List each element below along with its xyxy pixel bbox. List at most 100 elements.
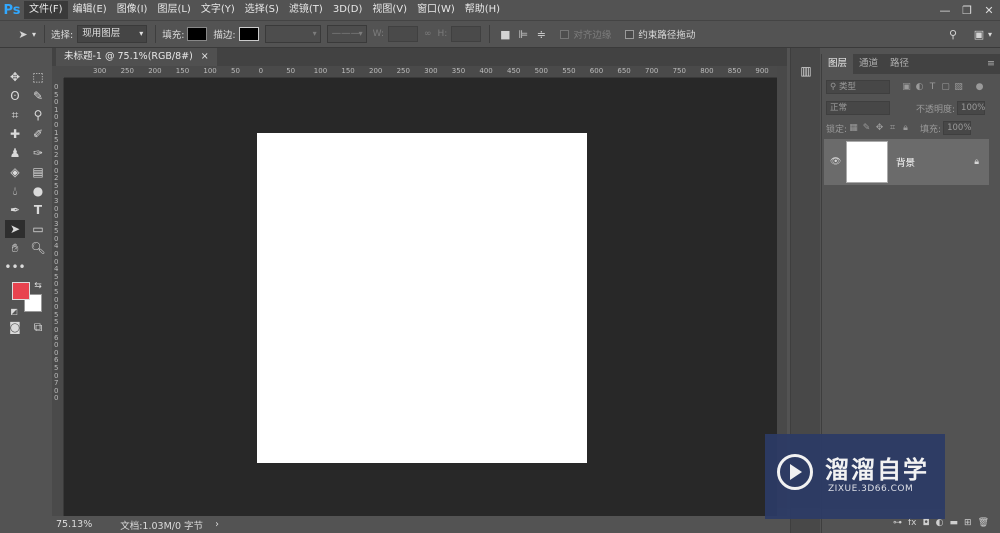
close-tab-icon[interactable]: × (201, 48, 209, 66)
layer-row[interactable]: 👁︎ 背景 🔒︎ (824, 139, 989, 185)
lock-artboard-icon[interactable]: ⌗ (886, 121, 899, 135)
constrain-path-checkbox[interactable] (625, 29, 635, 39)
new-group-icon[interactable]: ▬ (950, 518, 959, 528)
stroke-label: 描边: (213, 30, 236, 41)
menu-3d[interactable]: 3D(D) (328, 1, 368, 19)
chevron-down-icon[interactable]: ▾ (32, 30, 36, 39)
filter-smart-object-icon[interactable]: ▧ (952, 80, 965, 94)
document-canvas[interactable] (257, 133, 587, 463)
canvas-workspace[interactable] (64, 78, 777, 516)
menu-layer[interactable]: 图层(L) (152, 1, 195, 19)
move-tool-icon[interactable]: ✥ (5, 68, 25, 86)
quick-select-tool-icon[interactable]: ✎ (28, 87, 48, 105)
more-tools-icon[interactable]: ••• (4, 258, 25, 276)
fill-label: 填充: (162, 30, 185, 41)
stroke-width-field[interactable] (264, 25, 321, 43)
crop-tool-icon[interactable]: ⌗ (5, 106, 25, 124)
height-field[interactable] (451, 26, 482, 42)
screen-mode-icon[interactable]: ⧉ (28, 318, 48, 336)
fill-field[interactable]: 100% (943, 121, 971, 135)
filter-toggle-icon[interactable]: ● (973, 80, 986, 94)
hand-tool-icon[interactable]: ✋︎ (5, 239, 25, 257)
align-edges-checkbox[interactable] (560, 29, 570, 39)
new-layer-icon[interactable]: ⊞ (964, 518, 972, 528)
stroke-type-dropdown[interactable]: ——— (326, 25, 367, 43)
menu-edit[interactable]: 编辑(E) (68, 1, 112, 19)
blur-tool-icon[interactable]: 💧︎ (5, 182, 25, 200)
eraser-tool-icon[interactable]: ◈ (5, 163, 25, 181)
clone-stamp-tool-icon[interactable]: ♟ (5, 144, 25, 162)
close-button[interactable]: ✕ (978, 0, 1000, 20)
add-mask-icon[interactable]: ◘ (923, 518, 930, 528)
lock-all-icon[interactable]: 🔒︎ (899, 121, 912, 135)
delete-layer-icon[interactable]: 🗑︎ (978, 518, 989, 528)
eyedropper-tool-icon[interactable]: ⚲ (28, 106, 48, 124)
path-select-tool-icon[interactable]: ➤ (5, 220, 25, 238)
menu-file[interactable]: 文件(F) (24, 1, 68, 19)
gradient-tool-icon[interactable]: ▤ (28, 163, 48, 181)
menu-window[interactable]: 窗口(W) (412, 1, 460, 19)
restore-button[interactable]: ❐ (956, 0, 978, 20)
filter-adjustment-icon[interactable]: ◐ (913, 80, 926, 94)
healing-brush-tool-icon[interactable]: ✚ (5, 125, 25, 143)
path-operations-icon[interactable]: ■ (496, 25, 514, 43)
path-select-tool-icon[interactable]: ➤ (14, 25, 32, 43)
filter-type-icon[interactable]: T (926, 80, 939, 94)
menu-help[interactable]: 帮助(H) (460, 1, 505, 19)
height-label: H: (437, 29, 448, 39)
lasso-tool-icon[interactable]: ʘ (5, 87, 25, 105)
select-layer-dropdown[interactable]: 现用图层 (77, 25, 148, 43)
menu-image[interactable]: 图像(I) (112, 1, 153, 19)
layer-filter-row: ⚲ 类型 ▣ ◐ T ▢ ▧ ● (822, 77, 1000, 97)
chevron-down-icon[interactable]: ▾ (988, 30, 992, 39)
width-label: W: (372, 29, 385, 39)
ruler-tick-label: 800 (700, 67, 714, 75)
menu-type[interactable]: 文字(Y) (196, 1, 240, 19)
menu-view[interactable]: 视图(V) (367, 1, 412, 19)
foreground-color-swatch[interactable] (12, 282, 30, 300)
filter-shape-icon[interactable]: ▢ (939, 80, 952, 94)
layer-style-icon[interactable]: fx (908, 518, 917, 528)
history-panel-icon[interactable]: ▥ (796, 62, 816, 80)
blend-mode-dropdown[interactable]: 正常 (826, 101, 890, 115)
tab-layers[interactable]: 图层 (822, 54, 854, 74)
link-layers-icon[interactable]: ⊶ (893, 518, 902, 528)
fill-label: 填充: (920, 124, 942, 135)
status-menu-arrow-icon[interactable]: › (215, 519, 219, 530)
brush-tool-icon[interactable]: ✐ (28, 125, 48, 143)
menu-filter[interactable]: 滤镜(T) (284, 1, 328, 19)
rectangle-tool-icon[interactable]: ▭ (28, 220, 48, 238)
opacity-field[interactable]: 100% (957, 101, 985, 115)
tab-channels[interactable]: 通道 (853, 54, 884, 74)
stroke-swatch[interactable] (238, 27, 259, 41)
workspace-icon[interactable]: ▣ (970, 25, 988, 43)
history-brush-tool-icon[interactable]: ✑ (28, 144, 48, 162)
quick-mask-icon[interactable]: ◙ (5, 318, 25, 336)
dodge-tool-icon[interactable]: ● (28, 182, 48, 200)
tab-paths[interactable]: 路径 (884, 54, 915, 74)
document-tab[interactable]: 未标题-1 @ 75.1%(RGB/8#) × (56, 48, 217, 66)
layer-kind-filter[interactable]: ⚲ 类型 (826, 80, 890, 94)
marquee-tool-icon[interactable]: ⬚ (28, 68, 48, 86)
panel-menu-icon[interactable]: ≡ (981, 54, 1000, 74)
minimize-button[interactable]: — (934, 0, 956, 20)
filter-pixel-icon[interactable]: ▣ (900, 80, 913, 94)
lock-transparent-icon[interactable]: ▦ (847, 121, 860, 135)
path-arrangement-icon[interactable]: ≑ (532, 25, 550, 43)
search-icon[interactable]: ⚲ (944, 25, 962, 43)
zoom-tool-icon[interactable]: 🔍︎ (28, 239, 48, 257)
lock-image-icon[interactable]: ✎ (860, 121, 873, 135)
visibility-eye-icon[interactable]: 👁︎ (830, 157, 841, 167)
lock-position-icon[interactable]: ✥ (873, 121, 886, 135)
zoom-level[interactable]: 75.13% (56, 519, 92, 530)
pen-tool-icon[interactable]: ✒ (5, 201, 25, 219)
menu-select[interactable]: 选择(S) (240, 1, 284, 19)
swap-colors-icon[interactable]: ⇆ (32, 277, 44, 295)
path-alignment-icon[interactable]: ⊫ (514, 25, 532, 43)
type-tool-icon[interactable]: T (28, 201, 48, 219)
ruler-tick-label: 750 (672, 67, 686, 75)
fill-swatch[interactable] (187, 27, 208, 41)
new-adjustment-icon[interactable]: ◐ (936, 518, 944, 528)
link-icon[interactable]: ∞ (424, 29, 432, 39)
width-field[interactable] (388, 26, 419, 42)
